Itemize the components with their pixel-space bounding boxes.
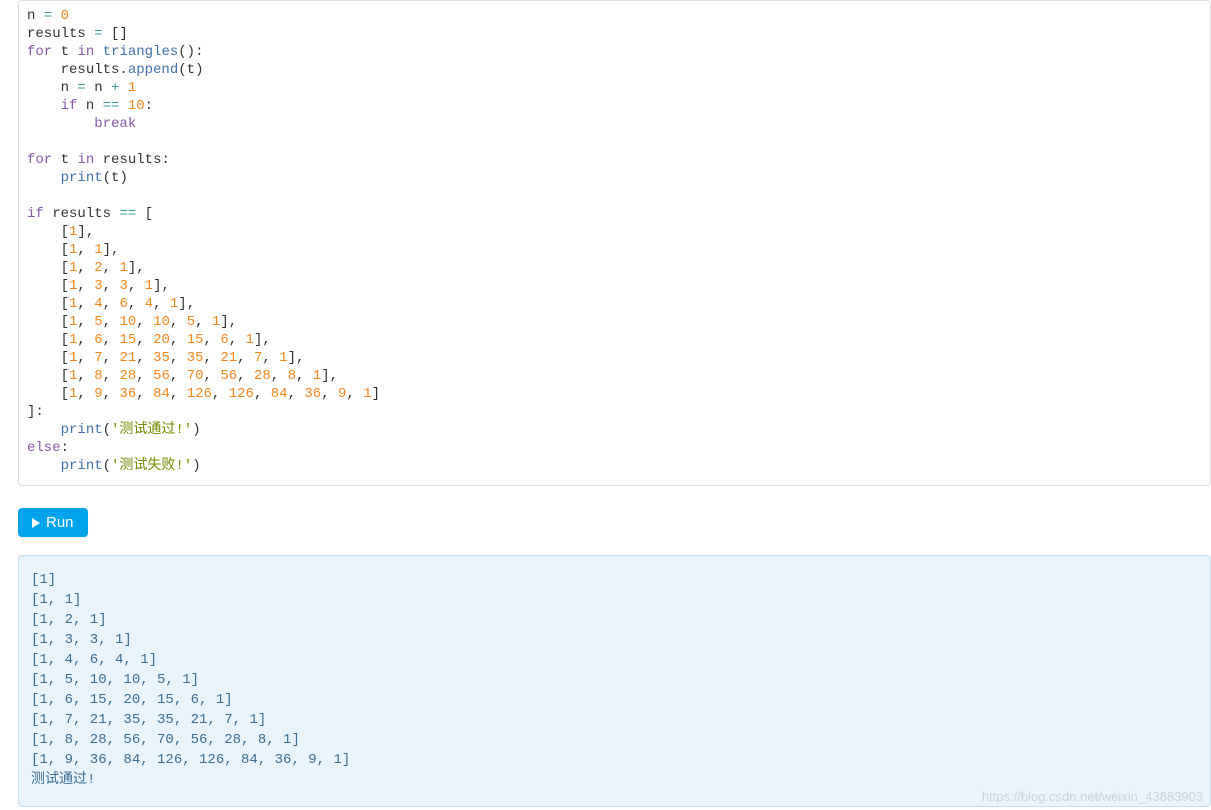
run-row: Run [18, 508, 1211, 537]
output-content: [1] [1, 1] [1, 2, 1] [1, 3, 3, 1] [1, 4,… [31, 570, 1198, 790]
output-block: [1] [1, 1] [1, 2, 1] [1, 3, 3, 1] [1, 4,… [18, 555, 1211, 807]
code-content: n = 0 results = [] for t in triangles():… [19, 7, 1200, 475]
run-button-label: Run [46, 514, 74, 531]
run-button[interactable]: Run [18, 508, 88, 537]
code-block: n = 0 results = [] for t in triangles():… [18, 0, 1211, 486]
play-icon [32, 518, 40, 528]
